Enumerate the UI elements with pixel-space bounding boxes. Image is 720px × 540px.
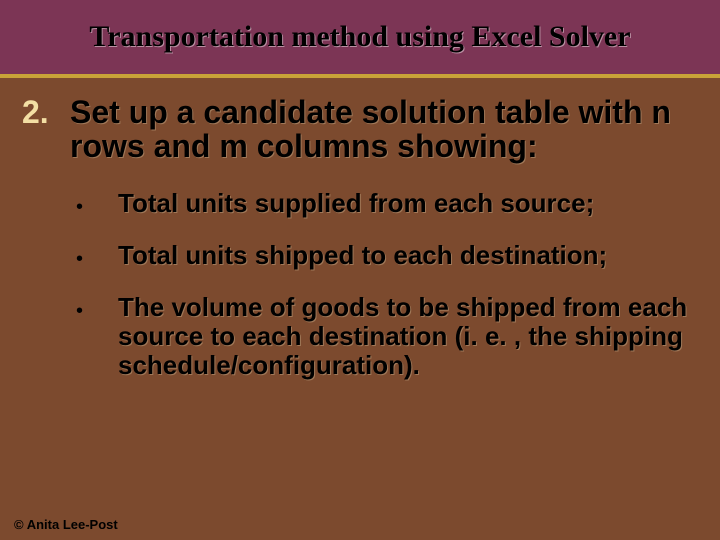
bullet-list: • Total units supplied from each source;… [22, 189, 698, 380]
step-number: 2. [22, 96, 70, 130]
step-row: 2. Set up a candidate solution table wit… [22, 96, 698, 163]
bullet-text: Total units supplied from each source; [118, 189, 594, 218]
slide-header: Transportation method using Excel Solver [0, 0, 720, 74]
bullet-icon: • [70, 241, 118, 273]
bullet-icon: • [70, 293, 118, 325]
list-item: • Total units shipped to each destinatio… [70, 241, 698, 273]
step-text: Set up a candidate solution table with n… [70, 96, 698, 163]
copyright-footer: © Anita Lee-Post [14, 517, 118, 532]
bullet-text: Total units shipped to each destination; [118, 241, 607, 270]
bullet-text: The volume of goods to be shipped from e… [118, 293, 698, 380]
bullet-icon: • [70, 189, 118, 221]
slide-title: Transportation method using Excel Solver [89, 20, 630, 54]
list-item: • The volume of goods to be shipped from… [70, 293, 698, 380]
list-item: • Total units supplied from each source; [70, 189, 698, 221]
slide-content: 2. Set up a candidate solution table wit… [0, 78, 720, 381]
